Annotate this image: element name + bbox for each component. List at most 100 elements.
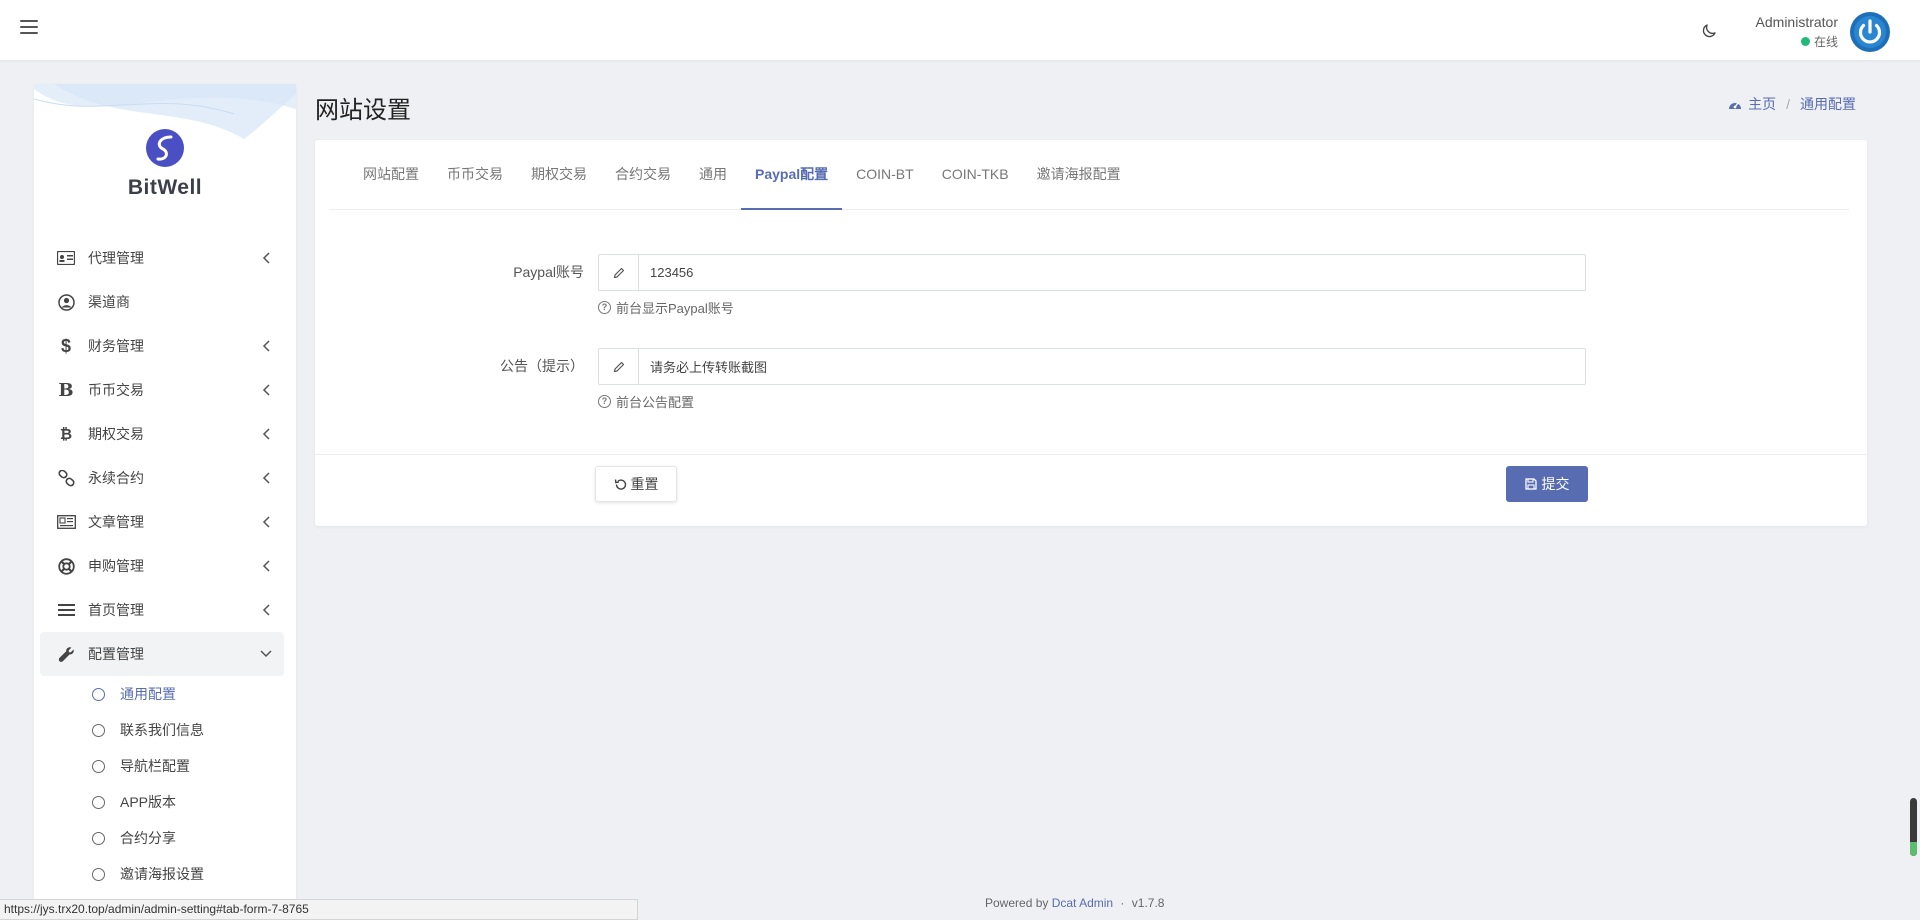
user-status: 在线 (1800, 33, 1838, 50)
sidebar-item-label: 申购管理 (88, 558, 144, 574)
sidebar-subitem-label: 邀请海报设置 (120, 866, 204, 882)
circle-icon (92, 831, 105, 845)
chevron-left-icon (262, 516, 270, 528)
undo-icon (614, 478, 626, 490)
bitcoin-icon: ₿ (59, 425, 73, 443)
sidebar-item-label: 代理管理 (88, 250, 144, 266)
sidebar-item-label: 文章管理 (88, 514, 144, 530)
sidebar-subitem-label: APP版本 (120, 794, 177, 810)
paypal-account-help-text: 前台显示Paypal账号 (616, 301, 734, 316)
sidebar-item-finance[interactable]: $ 财务管理 (40, 324, 284, 368)
notice-help: ? 前台公告配置 (598, 392, 694, 411)
submit-button-label: 提交 (1541, 476, 1570, 492)
scroll-indicator[interactable] (1910, 798, 1917, 856)
sidebar-item-label: 渠道商 (88, 294, 130, 310)
bitwell-logo-icon (146, 129, 184, 167)
tab-options-trading[interactable]: 期权交易 (517, 139, 601, 209)
pencil-icon (599, 349, 639, 384)
dollar-icon: $ (60, 335, 71, 356)
user-name[interactable]: Administrator (1756, 14, 1838, 30)
sidebar-item-channel[interactable]: 渠道商 (40, 280, 284, 324)
paypal-account-input[interactable] (639, 255, 1585, 290)
user-status-text: 在线 (1813, 35, 1838, 49)
dark-mode-moon-icon[interactable] (1700, 22, 1718, 40)
tab-site-config[interactable]: 网站配置 (349, 139, 433, 209)
chevron-down-icon (260, 650, 272, 658)
sidebar-subitem-contact-info[interactable]: 联系我们信息 (40, 712, 284, 748)
circle-icon (92, 687, 105, 701)
notice-label: 公告（提示） (500, 358, 584, 374)
avatar[interactable] (1850, 12, 1890, 52)
top-navbar: Administrator 在线 (0, 0, 1920, 60)
scroll-indicator-fill (1910, 842, 1917, 856)
sidebar-item-homepage[interactable]: 首页管理 (40, 588, 284, 632)
notice-help-text: 前台公告配置 (616, 395, 695, 410)
sidebar-subitem-app-version[interactable]: APP版本 (40, 784, 284, 820)
browser-status-url: https://jys.trx20.top/admin/admin-settin… (0, 899, 638, 920)
sidebar: BitWell 代理管理 渠道商 $ 财务管理 B 币币交易 ₿ 期权交易 永续… (34, 84, 296, 920)
chevron-left-icon (262, 560, 270, 572)
sidebar-item-label: 财务管理 (88, 338, 144, 354)
breadcrumb-current[interactable]: 通用配置 (1800, 94, 1856, 114)
sidebar-item-label: 期权交易 (88, 426, 144, 442)
settings-card: 网站配置 币币交易 期权交易 合约交易 通用 Paypal配置 COIN-BT … (315, 140, 1867, 526)
chevron-left-icon (262, 604, 270, 616)
page-footer: Powered by Dcat Admin · v1.7.8 (985, 896, 1164, 910)
tab-contract-trading[interactable]: 合约交易 (601, 139, 685, 209)
id-card-icon (56, 248, 76, 268)
bitcoin-b-icon: B (58, 379, 74, 401)
notice-input[interactable] (639, 349, 1585, 384)
settings-tabs: 网站配置 币币交易 期权交易 合约交易 通用 Paypal配置 COIN-BT … (329, 140, 1849, 210)
chevron-left-icon (262, 384, 270, 396)
card-footer-divider (315, 454, 1867, 455)
notice-input-group (598, 348, 1586, 385)
link-icon (56, 468, 76, 488)
tab-invite-poster-config[interactable]: 邀请海报配置 (1023, 139, 1135, 209)
circle-icon (92, 723, 105, 737)
breadcrumb: 主页 / 通用配置 (1728, 94, 1856, 114)
tab-coin-bt[interactable]: COIN-BT (842, 139, 928, 209)
chevron-left-icon (262, 472, 270, 484)
tab-general[interactable]: 通用 (685, 139, 741, 209)
footer-version: v1.7.8 (1131, 896, 1165, 910)
sidebar-item-label: 永续合约 (88, 470, 144, 486)
circle-icon (92, 759, 105, 773)
sidebar-subitem-invite-poster[interactable]: 邀请海报设置 (40, 856, 284, 892)
footer-dcat-admin-link[interactable]: Dcat Admin (1052, 896, 1113, 910)
paypal-account-input-group (598, 254, 1586, 291)
sidebar-item-agent[interactable]: 代理管理 (40, 236, 284, 280)
breadcrumb-separator: / (1786, 96, 1790, 112)
footer-powered-prefix: Powered by (985, 896, 1049, 910)
submit-button[interactable]: 提交 (1506, 466, 1588, 502)
paypal-account-label: Paypal账号 (513, 264, 584, 280)
chevron-left-icon (262, 428, 270, 440)
chevron-left-icon (262, 340, 270, 352)
page-title: 网站设置 (315, 97, 411, 124)
sidebar-item-config[interactable]: 配置管理 (40, 632, 284, 676)
newspaper-icon (56, 512, 76, 532)
tab-spot-trading[interactable]: 币币交易 (433, 139, 517, 209)
tab-paypal-config[interactable]: Paypal配置 (741, 139, 843, 210)
footer-separator: · (1120, 896, 1125, 910)
list-icon (56, 600, 76, 620)
dashboard-icon (1729, 102, 1742, 109)
sidebar-item-options-trading[interactable]: ₿ 期权交易 (40, 412, 284, 456)
sidebar-item-label: 配置管理 (88, 646, 144, 662)
sidebar-subitem-contract-share[interactable]: 合约分享 (40, 820, 284, 856)
sidebar-item-label: 币币交易 (88, 382, 144, 398)
sidebar-item-perpetual[interactable]: 永续合约 (40, 456, 284, 500)
sidebar-item-articles[interactable]: 文章管理 (40, 500, 284, 544)
sidebar-subitem-general-config[interactable]: 通用配置 (40, 676, 284, 712)
chevron-left-icon (262, 252, 270, 264)
breadcrumb-home[interactable]: 主页 (1748, 94, 1776, 114)
reset-button[interactable]: 重置 (595, 466, 677, 502)
sidebar-subitem-navbar-config[interactable]: 导航栏配置 (40, 748, 284, 784)
sidebar-subitem-label: 通用配置 (120, 686, 176, 702)
menu-toggle-icon[interactable] (20, 18, 38, 36)
question-circle-icon: ? (598, 301, 611, 314)
online-dot-icon (1800, 37, 1810, 46)
sidebar-item-subscription[interactable]: 申购管理 (40, 544, 284, 588)
sidebar-subitem-label: 导航栏配置 (120, 758, 190, 774)
tab-coin-tkb[interactable]: COIN-TKB (928, 139, 1023, 209)
sidebar-item-spot-trading[interactable]: B 币币交易 (40, 368, 284, 412)
